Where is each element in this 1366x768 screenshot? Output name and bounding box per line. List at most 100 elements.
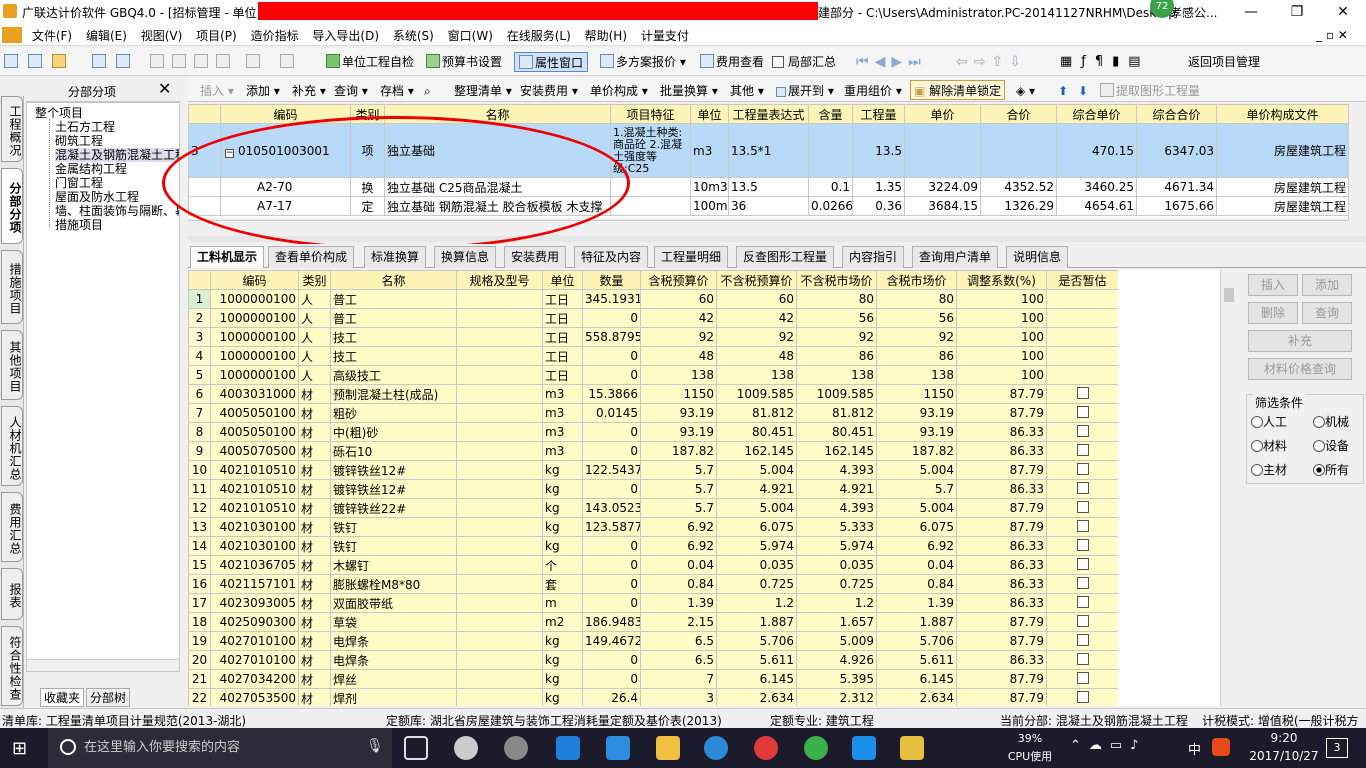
lm-cell-tax-budget[interactable]: 6.92 xyxy=(640,536,717,556)
lm-cell-notax-market[interactable]: 4.393 xyxy=(796,460,877,480)
lm-cell-provisional[interactable] xyxy=(1046,669,1118,689)
lm-cell-tax-budget[interactable]: 93.19 xyxy=(640,403,717,423)
lm-cell-code[interactable]: 1000000100 xyxy=(210,365,299,385)
menu-payment[interactable]: 计量支付 xyxy=(636,24,694,47)
lm-cell-adjust[interactable]: 86.33 xyxy=(956,479,1047,499)
lm-cell-qty[interactable]: 15.3866 xyxy=(582,384,641,404)
lm-cell-spec[interactable] xyxy=(456,460,543,480)
lm-cell-code[interactable]: 1000000100 xyxy=(210,327,299,347)
query-button[interactable]: 查询 xyxy=(1302,302,1352,324)
cell-qty[interactable]: 1.35 xyxy=(852,177,905,197)
lm-cell-code[interactable]: 4005050100 xyxy=(210,422,299,442)
format-tools-icon[interactable]: ▦ƒ¶▮▤ xyxy=(1060,52,1150,72)
lm-row[interactable]: 16 4021157101 材膨胀螺栓M8*80 套 0 0.84 0.725 0.725 0.… xyxy=(188,574,1118,594)
filter-all[interactable]: 所有 xyxy=(1313,461,1349,478)
provisional-checkbox[interactable] xyxy=(1076,652,1089,665)
lm-cell-name[interactable]: 中(粗)砂 xyxy=(330,422,457,442)
lm-col-spec[interactable]: 规格及型号 xyxy=(456,270,543,290)
new-icon[interactable] xyxy=(4,52,20,72)
lm-cell-unit[interactable]: m3 xyxy=(542,384,583,404)
archive-button[interactable]: 存档 ▾ xyxy=(380,81,414,101)
cell-content[interactable]: 0.0266 xyxy=(808,196,853,216)
filter-material[interactable]: 材料 xyxy=(1251,437,1287,454)
lm-row[interactable]: 9 4005070500 材砾石10 m3 0 187.82 162.145 162.145 1… xyxy=(188,441,1118,461)
tab-features[interactable]: 特征及内容 xyxy=(574,246,649,268)
lm-cell-qty[interactable]: 0 xyxy=(582,650,641,670)
lm-cell-provisional[interactable] xyxy=(1046,403,1118,423)
query-button[interactable]: 查询 ▾ xyxy=(334,81,368,101)
cell-unit[interactable]: 10m3 xyxy=(690,177,729,197)
lm-cell-unit[interactable]: kg xyxy=(542,650,583,670)
col-feature[interactable]: 项目特征 xyxy=(610,104,691,124)
cell-qty[interactable]: 13.5 xyxy=(852,123,905,178)
tab-query-user-list[interactable]: 查询用户清单 xyxy=(912,246,999,268)
lm-cell-tax-budget[interactable]: 5.7 xyxy=(640,460,717,480)
provisional-checkbox[interactable] xyxy=(1076,614,1089,627)
lm-cell-code[interactable]: 4005070500 xyxy=(210,441,299,461)
lm-cell-adjust[interactable]: 87.79 xyxy=(956,403,1047,423)
lm-cell-tax-market[interactable]: 80 xyxy=(876,289,957,309)
lm-cell-qty[interactable]: 26.4 xyxy=(582,688,641,706)
lm-cell-spec[interactable] xyxy=(456,346,543,366)
lm-cell-adjust[interactable]: 86.33 xyxy=(956,593,1047,613)
lm-cell-unit[interactable]: 工日 xyxy=(542,327,583,347)
lm-cell-adjust[interactable]: 87.79 xyxy=(956,669,1047,689)
lm-row[interactable]: 6 4003031000 材预制混凝土柱(成品) m3 15.3866 1150 1009.… xyxy=(188,384,1118,404)
edge-icon[interactable] xyxy=(556,736,580,760)
lm-cell-name[interactable]: 技工 xyxy=(330,327,457,347)
lm-cell-tax-market[interactable]: 1.887 xyxy=(876,612,957,632)
lm-cell-provisional[interactable] xyxy=(1046,479,1118,499)
lm-cell-notax-budget[interactable]: 6.075 xyxy=(716,517,797,537)
explorer-icon[interactable] xyxy=(656,736,680,760)
lm-cell-provisional[interactable] xyxy=(1046,593,1118,613)
lm-col-qty[interactable]: 数量 xyxy=(582,270,641,290)
cell-total[interactable]: 1326.29 xyxy=(980,196,1057,216)
lm-cell-spec[interactable] xyxy=(456,517,543,537)
lm-cell-notax-budget[interactable]: 1.2 xyxy=(716,593,797,613)
lm-cell-notax-market[interactable]: 1.2 xyxy=(796,593,877,613)
lm-cell-spec[interactable] xyxy=(456,384,543,404)
lm-cell-adjust[interactable]: 87.79 xyxy=(956,384,1047,404)
tab-content-guide[interactable]: 内容指引 xyxy=(842,246,905,268)
app-blue-icon[interactable] xyxy=(852,736,876,760)
filter-main-material[interactable]: 主材 xyxy=(1251,461,1287,478)
tab-labor-material-summary[interactable]: 人材机汇总 xyxy=(1,406,23,486)
sogou-icon[interactable] xyxy=(1212,738,1230,756)
lm-row[interactable]: 11 4021010510 材镀锌铁丝12# kg 0 5.7 4.921 4.921 5.7 8… xyxy=(188,479,1118,499)
cell-price[interactable]: 3224.09 xyxy=(904,177,981,197)
clock-date[interactable]: 2017/10/27 xyxy=(1246,749,1322,763)
menu-file[interactable]: 文件(F) xyxy=(27,24,77,47)
lm-cell-unit[interactable]: 个 xyxy=(542,555,583,575)
lm-cell-notax-budget[interactable]: 4.921 xyxy=(716,479,797,499)
lm-cell-spec[interactable] xyxy=(456,422,543,442)
lm-cell-tax-market[interactable]: 0.84 xyxy=(876,574,957,594)
delete-button[interactable]: 删除 xyxy=(1248,302,1298,324)
lm-cell-tax-budget[interactable]: 7 xyxy=(640,669,717,689)
provisional-checkbox[interactable] xyxy=(1076,424,1089,437)
lm-cell-name[interactable]: 焊丝 xyxy=(330,669,457,689)
lm-cell-tax-budget[interactable]: 48 xyxy=(640,346,717,366)
lm-row[interactable]: 22 4027053500 材焊剂 kg 26.4 3 2.634 2.312 2.634 87.… xyxy=(188,688,1118,706)
budget-settings-button[interactable]: 预算书设置 xyxy=(426,52,502,72)
lm-row[interactable]: 12 4021010510 材镀锌铁丝22# kg 143.0523 5.7 5.004 4.… xyxy=(188,498,1118,518)
lm-cell-tax-market[interactable]: 6.92 xyxy=(876,536,957,556)
lm-cell-name[interactable]: 木螺钉 xyxy=(330,555,457,575)
lm-cell-spec[interactable] xyxy=(456,650,543,670)
lm-cell-code[interactable]: 4005050100 xyxy=(210,403,299,423)
lm-cell-name[interactable]: 预制混凝土柱(成品) xyxy=(330,384,457,404)
lm-cell-provisional[interactable] xyxy=(1046,574,1118,594)
tab-favorites[interactable]: 收藏夹 xyxy=(40,688,85,707)
filter-labor[interactable]: 人工 xyxy=(1251,413,1287,430)
lm-cell-adjust[interactable]: 100 xyxy=(956,346,1047,366)
lm-cell-notax-market[interactable]: 4.926 xyxy=(796,650,877,670)
fee-view-button[interactable]: 费用查看 xyxy=(700,52,764,72)
cell-unit-total[interactable]: 4671.34 xyxy=(1136,177,1217,197)
lm-cell-notax-budget[interactable]: 162.145 xyxy=(716,441,797,461)
supplement-button[interactable]: 补充 xyxy=(1248,330,1352,352)
save-all-icon[interactable] xyxy=(116,52,132,72)
lm-row[interactable]: 17 4023093005 材双面胶带纸 m 0 1.39 1.2 1.2 1.39 86.33 xyxy=(188,593,1118,613)
mdi-controls[interactable]: _ ▫ ✕ xyxy=(1316,28,1348,42)
lm-cell-tax-budget[interactable]: 0.84 xyxy=(640,574,717,594)
provisional-checkbox[interactable] xyxy=(1076,576,1089,589)
lm-cell-spec[interactable] xyxy=(456,365,543,385)
